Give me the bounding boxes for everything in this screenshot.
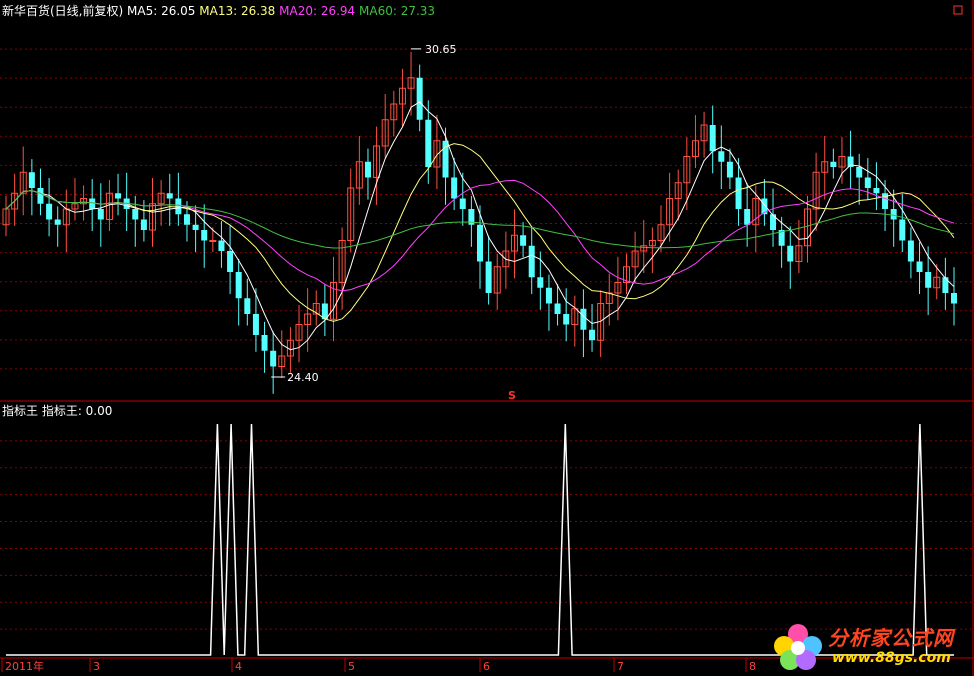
- window-corner-icon: [953, 5, 963, 15]
- candle-down: [873, 188, 880, 194]
- candle-down: [252, 314, 259, 335]
- candle-down: [37, 188, 44, 204]
- candle-down: [726, 161, 733, 178]
- x-tick-label: 6: [483, 660, 490, 673]
- low-label: 24.40: [287, 371, 319, 384]
- x-tick-label: 2011年: [5, 659, 44, 673]
- candle-down: [537, 277, 544, 288]
- candle-up: [209, 240, 217, 242]
- candle-down: [942, 277, 949, 293]
- candle-down: [890, 209, 897, 220]
- candle-down: [192, 224, 199, 230]
- candle-down: [735, 177, 742, 209]
- watermark: 分析家公式网 www.88gs.com: [770, 620, 966, 672]
- x-tick-label: 3: [93, 660, 100, 673]
- candle-down: [416, 77, 423, 120]
- candle-down: [528, 245, 535, 278]
- high-label: 30.65: [425, 43, 457, 56]
- candle-down: [899, 219, 906, 241]
- candle-down: [364, 161, 371, 178]
- candle-down: [709, 125, 716, 152]
- candle-down: [520, 235, 527, 246]
- candle-down: [864, 177, 871, 188]
- candle-down: [218, 240, 225, 251]
- stock-label: 新华百货(日线,前复权): [2, 4, 124, 18]
- candle-down: [563, 314, 570, 325]
- candle-down: [235, 272, 242, 299]
- candle-down: [54, 219, 61, 225]
- candle-down: [140, 219, 147, 230]
- candle-down: [925, 272, 932, 288]
- candle-down: [554, 303, 561, 314]
- x-tick-label: 8: [749, 660, 756, 673]
- candle-down: [718, 151, 725, 162]
- candle-down: [425, 119, 432, 167]
- candle-down: [545, 287, 552, 304]
- candle-down: [227, 251, 234, 272]
- candle-down: [856, 167, 863, 178]
- candle-down: [907, 240, 914, 262]
- candle-down: [580, 308, 587, 330]
- candle-down: [916, 261, 923, 272]
- candle-down: [589, 329, 596, 341]
- candle-down: [787, 245, 794, 262]
- candle-down: [830, 161, 837, 167]
- ma20-label: MA20: 26.94: [279, 4, 356, 18]
- ma5-label: MA5: 26.05: [127, 4, 196, 18]
- candle-down: [183, 214, 190, 225]
- candle-down: [166, 193, 173, 199]
- candle-down: [46, 203, 53, 220]
- x-tick-label: 7: [617, 660, 624, 673]
- candle-down: [270, 350, 277, 367]
- candle-down: [459, 198, 466, 209]
- candle-down: [951, 293, 957, 304]
- signal-mark: S: [508, 389, 516, 402]
- watermark-title: 分析家公式网: [828, 626, 954, 650]
- candle-down: [477, 224, 483, 262]
- chart-header: 新华百货(日线,前复权) MA5: 26.05 MA13: 26.38 MA20…: [2, 4, 435, 18]
- flower-logo-icon: [774, 624, 822, 670]
- candle-down: [97, 209, 104, 220]
- candle-down: [175, 198, 182, 215]
- ma60-label: MA60: 27.33: [359, 4, 436, 18]
- candle-down: [485, 261, 492, 293]
- candle-down: [261, 335, 268, 351]
- candle-down: [451, 177, 458, 199]
- stock-chart: 30.65 24.40 S 2011年 3 4 5 6 7 8: [0, 0, 974, 676]
- candle-down: [744, 209, 751, 225]
- candle-down: [201, 230, 208, 241]
- candle-down: [244, 298, 251, 314]
- x-tick-label: 5: [348, 660, 355, 673]
- candle-down: [132, 209, 139, 220]
- ma13-label: MA13: 26.38: [199, 4, 276, 18]
- candle-down: [89, 198, 96, 209]
- watermark-url: www.88gs.com: [832, 650, 951, 666]
- candle-down: [28, 172, 35, 188]
- indicator-header: 指标王 指标王: 0.00: [2, 404, 113, 418]
- candle-down: [115, 193, 122, 199]
- x-tick-label: 4: [235, 660, 242, 673]
